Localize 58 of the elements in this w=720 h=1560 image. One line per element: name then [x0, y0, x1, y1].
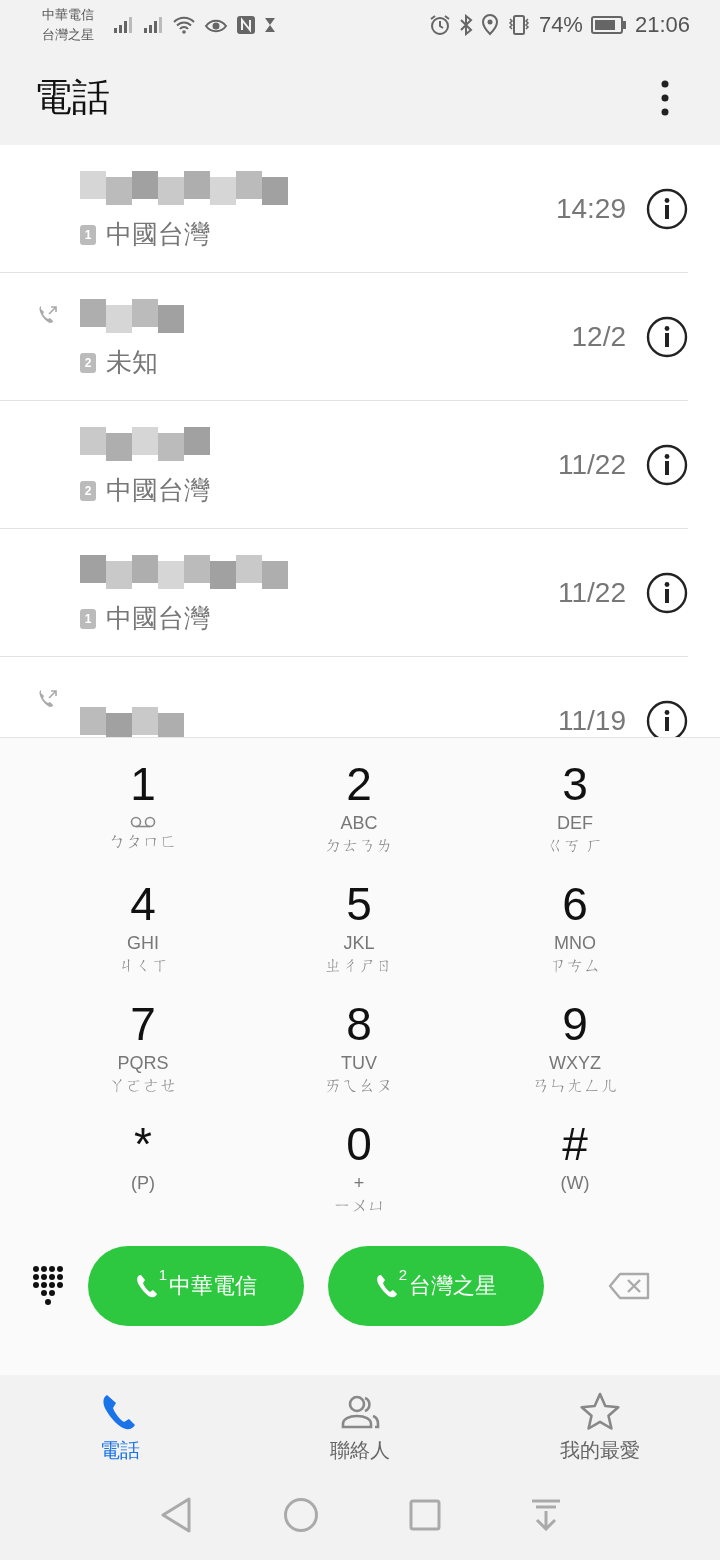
call-time: 12/2 — [571, 320, 626, 353]
app-title: 電話 — [34, 75, 110, 120]
signal-icon — [142, 17, 164, 33]
dial-key[interactable]: 2 ABC ㄉㄊㄋㄌ — [251, 756, 467, 876]
location-icon — [480, 14, 499, 36]
dial-key[interactable]: 3 DEF ㄍㄎ ㄏ — [467, 756, 683, 876]
battery-percent: 74% — [538, 12, 583, 38]
sim-badge: 2 — [80, 352, 96, 373]
nav-tab[interactable]: 聯絡人 — [240, 1375, 480, 1480]
sim-badge: 1 — [80, 224, 96, 245]
call-time: 14:29 — [555, 192, 626, 225]
dial-key[interactable]: 8 TUV ㄞㄟㄠㄡ — [251, 996, 467, 1116]
signal-icon — [112, 17, 134, 33]
dial-key[interactable]: 0 + ㄧㄨㄩ — [251, 1116, 467, 1236]
phone-icon — [134, 1273, 159, 1299]
clock: 21:06 — [634, 12, 690, 38]
dial-key[interactable]: 4 GHI ㄐㄑㄒ — [35, 876, 251, 996]
battery-icon — [590, 16, 627, 34]
dial-key[interactable]: 7 PQRS ㄚㄛㄜㄝ — [35, 996, 251, 1116]
call-location: 未知 — [106, 346, 158, 379]
call-location: 中國台灣 — [106, 218, 210, 251]
dial-key[interactable]: 1 ㄅㄆㄇㄈ — [35, 756, 251, 876]
dial-key[interactable]: 9 WXYZ ㄢㄣㄤㄥㄦ — [467, 996, 683, 1116]
more-options-icon[interactable] — [660, 78, 670, 117]
call-log-item[interactable]: 1 中國台灣 11/22 — [0, 529, 688, 657]
hourglass-icon — [264, 17, 276, 33]
info-icon[interactable] — [646, 187, 688, 230]
phone-icon — [374, 1273, 399, 1299]
info-icon[interactable] — [646, 315, 688, 358]
star-icon — [579, 1391, 621, 1433]
nav-tab[interactable]: 我的最愛 — [480, 1375, 720, 1480]
call-time: 11/19 — [558, 704, 626, 737]
dial-key[interactable]: * (P) — [35, 1116, 251, 1236]
call-time: 11/22 — [558, 448, 626, 481]
dial-key[interactable]: 6 MNO ㄗㄘㄙ — [467, 876, 683, 996]
nav-tab[interactable]: 電話 — [0, 1375, 240, 1480]
dialpad-icon[interactable] — [32, 1265, 64, 1307]
carrier-name: 台灣之星 — [42, 26, 94, 44]
alarm-icon — [428, 14, 451, 36]
call-log-item[interactable]: 2 未知 12/2 — [0, 273, 688, 401]
call-time: 11/22 — [558, 576, 626, 609]
sim-badge: 2 — [80, 480, 96, 501]
nfc-icon — [236, 15, 256, 35]
call-log-item[interactable]: 2 中國台灣 11/22 — [0, 401, 688, 529]
info-icon[interactable] — [646, 571, 688, 614]
wifi-icon — [172, 16, 196, 34]
voicemail-icon — [128, 816, 158, 828]
info-icon[interactable] — [646, 443, 688, 486]
dial-key[interactable]: # (W) — [467, 1116, 683, 1236]
carrier-name: 中華電信 — [42, 6, 94, 24]
call-location: 中國台灣 — [106, 602, 210, 635]
vibrate-icon — [506, 14, 531, 36]
call-location: 中國台灣 — [106, 474, 210, 507]
dial-key[interactable]: 5 JKL ㄓㄔㄕㄖ — [251, 876, 467, 996]
bluetooth-icon — [458, 14, 473, 36]
info-icon[interactable] — [646, 699, 688, 737]
sim-badge: 1 — [80, 608, 96, 629]
call-log-item[interactable]: 1 中國台灣 14:29 — [0, 145, 688, 273]
